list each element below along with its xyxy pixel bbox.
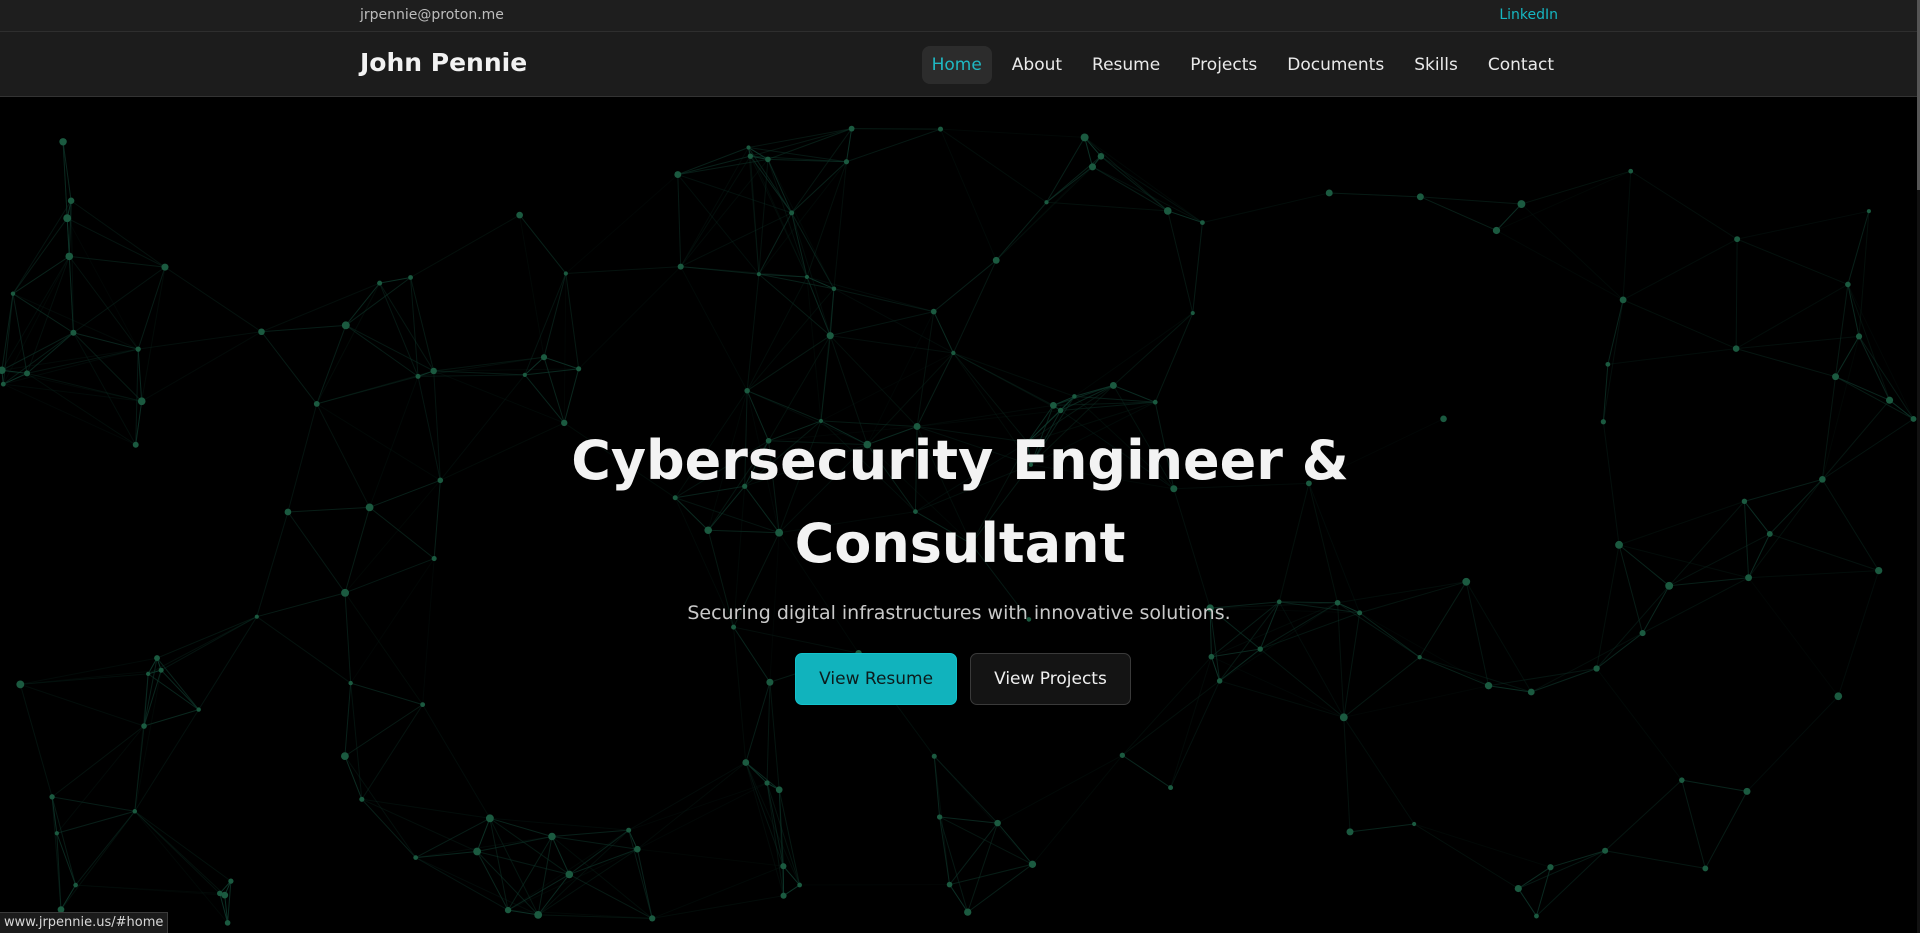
nav-resume[interactable]: Resume (1082, 46, 1170, 84)
hero-title-line-1: Cybersecurity Engineer & (571, 429, 1349, 492)
top-contact-bar: jrpennie@proton.me LinkedIn (0, 0, 1918, 32)
page: jrpennie@proton.me LinkedIn John Pennie … (0, 0, 1920, 933)
main-nav: Home About Resume Projects Documents Ski… (921, 46, 1564, 84)
site-header: John Pennie Home About Resume Projects D… (0, 32, 1918, 97)
status-bar-url: www.jrpennie.us/#home (0, 912, 169, 933)
nav-skills[interactable]: Skills (1404, 46, 1468, 84)
hero-title-line-2: Consultant (794, 512, 1126, 575)
nav-about[interactable]: About (1002, 46, 1072, 84)
site-brand[interactable]: John Pennie (360, 48, 527, 77)
view-resume-button[interactable]: View Resume (795, 653, 958, 705)
view-projects-button[interactable]: View Projects (970, 653, 1131, 705)
email-address: jrpennie@proton.me (360, 7, 504, 23)
linkedin-link[interactable]: LinkedIn (1499, 7, 1558, 23)
nav-documents[interactable]: Documents (1277, 46, 1394, 84)
nav-projects[interactable]: Projects (1180, 46, 1267, 84)
hero-subtitle: Securing digital infrastructures with in… (687, 602, 1231, 624)
nav-contact[interactable]: Contact (1478, 46, 1564, 84)
hero-buttons: View Resume View Projects (0, 653, 1920, 705)
nav-home[interactable]: Home (921, 46, 992, 84)
hero-section: Cybersecurity Engineer & Consultant Secu… (0, 97, 1918, 933)
